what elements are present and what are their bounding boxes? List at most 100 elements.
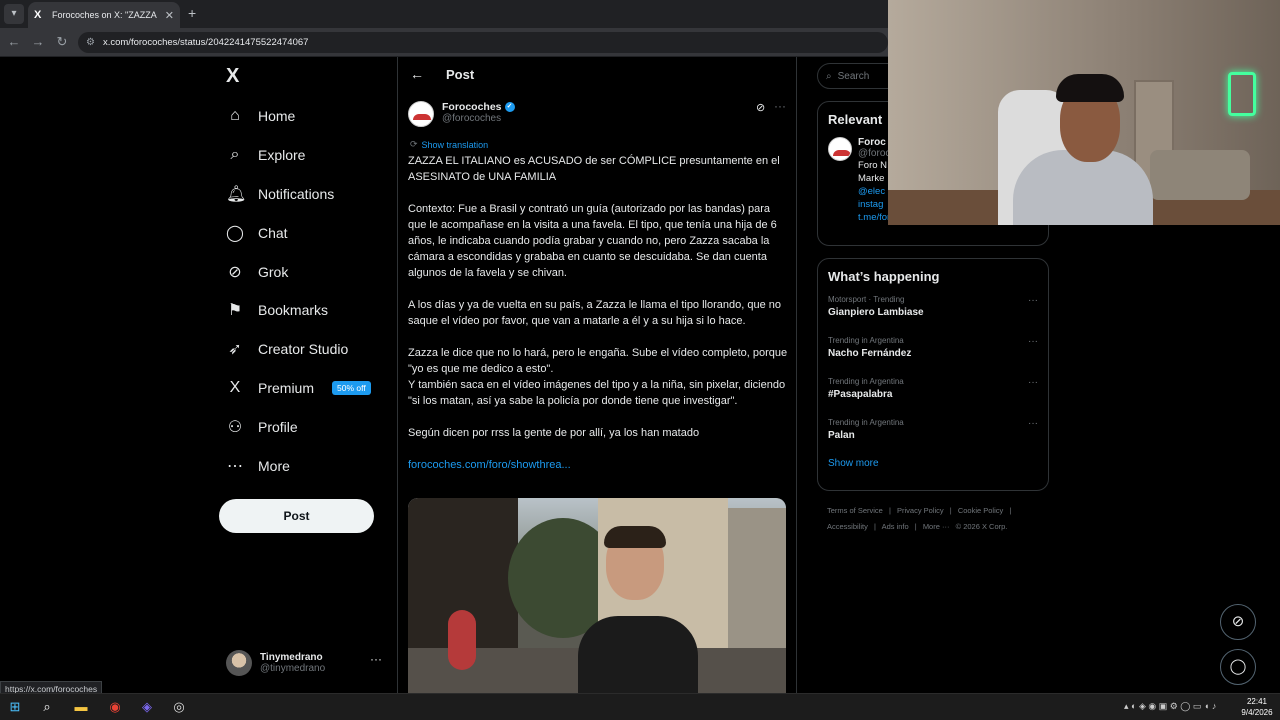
nav-item-creator-studio[interactable]: ➶ Creator Studio [226, 337, 348, 361]
post-link[interactable]: forocoches.com/foro/showthrea... [408, 457, 788, 473]
post-paragraph: Y también saca en el vídeo imágenes del … [408, 379, 786, 407]
footer-separator: | [914, 522, 917, 531]
trend-item[interactable]: Trending in Argentina #Pasapalabra ··· [818, 372, 1048, 413]
trend-more-icon[interactable]: ··· [1028, 418, 1038, 429]
tab-search-dropdown[interactable]: ▾ [4, 4, 24, 24]
file-explorer-icon[interactable]: ▬ [72, 698, 90, 716]
trend-item[interactable]: Motorsport · Trending Gianpiero Lambiase… [818, 290, 1048, 331]
footer-link-more[interactable]: More ··· [923, 522, 950, 531]
back-arrow-icon[interactable]: ← [410, 66, 424, 82]
show-translation-label: Show translation [421, 139, 489, 150]
trend-topic: #Pasapalabra [828, 389, 893, 400]
trend-more-icon[interactable]: ··· [1028, 336, 1038, 347]
forocoches-avatar[interactable] [828, 137, 852, 161]
neon-sign [1228, 72, 1256, 116]
post-more-icon[interactable]: ··· [774, 99, 786, 113]
whats-happening-panel: What’s happening Motorsport · Trending G… [817, 258, 1049, 491]
account-switcher[interactable]: Tinymedrano @tinymedrano ··· [226, 648, 386, 678]
nav-label: Creator Studio [258, 341, 349, 357]
search-icon[interactable]: ⌕ [38, 698, 56, 716]
post-paragraph: A los días y ya de vuelta en su país, a … [408, 299, 782, 327]
nav-label: Chat [258, 225, 288, 241]
post-paragraph: Contexto: Fue a Brasil y contrató un guí… [408, 203, 777, 279]
grok-icon: ⊘ [228, 264, 242, 281]
footer-link-privacy[interactable]: Privacy Policy [897, 506, 944, 515]
post-author[interactable]: Forocoches ✓ @forocoches [408, 101, 515, 127]
tab-close-icon[interactable]: ✕ [165, 9, 174, 22]
search-icon: ⌕ [826, 70, 832, 82]
nav-item-home[interactable]: ⌂ Home [226, 104, 295, 128]
messages-fab-button[interactable]: ◯ [1220, 649, 1256, 685]
nav-item-notifications[interactable]: 🔔︎ Notifications [226, 182, 334, 206]
home-icon: ⌂ [230, 107, 240, 124]
post-text: ZAZZA EL ITALIANO es ACUSADO de ser CÓMP… [408, 153, 788, 489]
nav-item-chat[interactable]: ◯ Chat [226, 221, 288, 245]
grok-fab-button[interactable]: ⊘ [1220, 604, 1256, 640]
nav-item-premium[interactable]: X Premium 50% off [226, 376, 371, 400]
browser-tab[interactable]: X Forocoches on X: "ZAZZA EL ITA ✕ [28, 2, 180, 28]
post-paragraph: Zazza le dice que no lo hará, pero le en… [408, 347, 788, 375]
obs-icon[interactable]: ◎ [170, 698, 188, 716]
person-icon: ⚇ [227, 419, 243, 436]
post-paragraph: Según dicen por rrss la gente de por all… [408, 427, 700, 439]
show-more-link[interactable]: Show more [818, 454, 1048, 479]
footer-link-terms[interactable]: Terms of Service [827, 506, 883, 515]
post-paragraph: ZAZZA EL ITALIANO es ACUSADO de ser CÓMP… [408, 155, 780, 183]
windows-start-icon[interactable]: ⊞ [6, 698, 24, 716]
trend-category: Trending in Argentina [828, 377, 904, 386]
trend-more-icon[interactable]: ··· [1028, 377, 1038, 388]
back-nav-icon[interactable]: ← [6, 34, 22, 49]
forocoches-avatar[interactable] [408, 101, 434, 127]
forward-nav-icon[interactable]: → [30, 34, 46, 49]
footer-link-cookies[interactable]: Cookie Policy [958, 506, 1003, 515]
footer-links: Terms of Service | Privacy Policy | Cook… [827, 503, 1047, 535]
tray-icons[interactable]: ▴ ◐ ◈ ◉ ▣ ⚙ ◯ ▭ ◖ ♪ [1124, 701, 1216, 712]
nav-item-more[interactable]: ⋯ More [226, 454, 290, 478]
trend-item[interactable]: Trending in Argentina Palan ··· [818, 413, 1048, 454]
nav-item-explore[interactable]: ⌕ Explore [226, 143, 306, 167]
site-info-icon[interactable]: ⚙ [86, 37, 95, 48]
rocket-icon: ➶ [228, 341, 242, 358]
discount-badge: 50% off [332, 381, 371, 395]
x-logo-icon[interactable]: X [226, 65, 239, 88]
nav-label: Profile [258, 419, 298, 435]
verified-badge-icon: ✓ [504, 102, 515, 112]
author-name: Forocoches [442, 101, 502, 113]
show-translation-link[interactable]: ⟳ Show translation [410, 139, 488, 150]
search-placeholder: Search [837, 70, 870, 82]
author-handle: @forocoches [442, 113, 502, 124]
trend-more-icon[interactable]: ··· [1028, 295, 1038, 306]
nav-label: Home [258, 108, 296, 124]
trend-topic: Gianpiero Lambiase [828, 307, 924, 318]
nav-item-grok[interactable]: ⊘ Grok [226, 260, 288, 284]
trend-topic: Palan [828, 430, 855, 441]
trend-item[interactable]: Trending in Argentina Nacho Fernández ··… [818, 331, 1048, 372]
account-handle: @tinymedrano [260, 663, 326, 674]
x-premium-icon: X [229, 379, 241, 396]
post-button[interactable]: Post [219, 499, 374, 533]
nav-item-profile[interactable]: ⚇ Profile [226, 415, 298, 439]
nav-item-bookmarks[interactable]: ⚑ Bookmarks [226, 298, 328, 322]
bell-icon: 🔔︎ [226, 186, 247, 203]
trend-category: Trending in Argentina [828, 418, 904, 427]
chrome-icon[interactable]: ◉ [106, 698, 124, 716]
post-video-thumbnail[interactable] [408, 498, 786, 693]
trend-category: Motorsport · Trending [828, 295, 905, 304]
footer-separator: | [888, 506, 891, 515]
footer-link-accessibility[interactable]: Accessibility [827, 522, 868, 531]
new-tab-button[interactable]: + [188, 5, 196, 21]
chat-bubble-icon: ◯ [226, 225, 244, 242]
nav-label: Grok [258, 264, 289, 280]
account-name: Tinymedrano [260, 652, 323, 663]
account-more-icon[interactable]: ··· [370, 652, 382, 666]
app-icon[interactable]: ◈ [138, 698, 156, 716]
tab-title: Forocoches on X: "ZAZZA EL ITA [52, 10, 159, 20]
system-clock[interactable]: 22:41 9/4/2026 [1238, 696, 1276, 718]
search-icon: ⌕ [230, 146, 240, 163]
grok-explain-icon[interactable]: ⊘ [756, 101, 765, 114]
whats-happening-title: What’s happening [828, 269, 940, 284]
webcam-overlay [888, 0, 1280, 225]
reload-icon[interactable]: ↻ [54, 34, 70, 50]
footer-link-ads[interactable]: Ads info [882, 522, 909, 531]
url-field[interactable]: ⚙ x.com/forocoches/status/20422414755224… [78, 32, 888, 53]
